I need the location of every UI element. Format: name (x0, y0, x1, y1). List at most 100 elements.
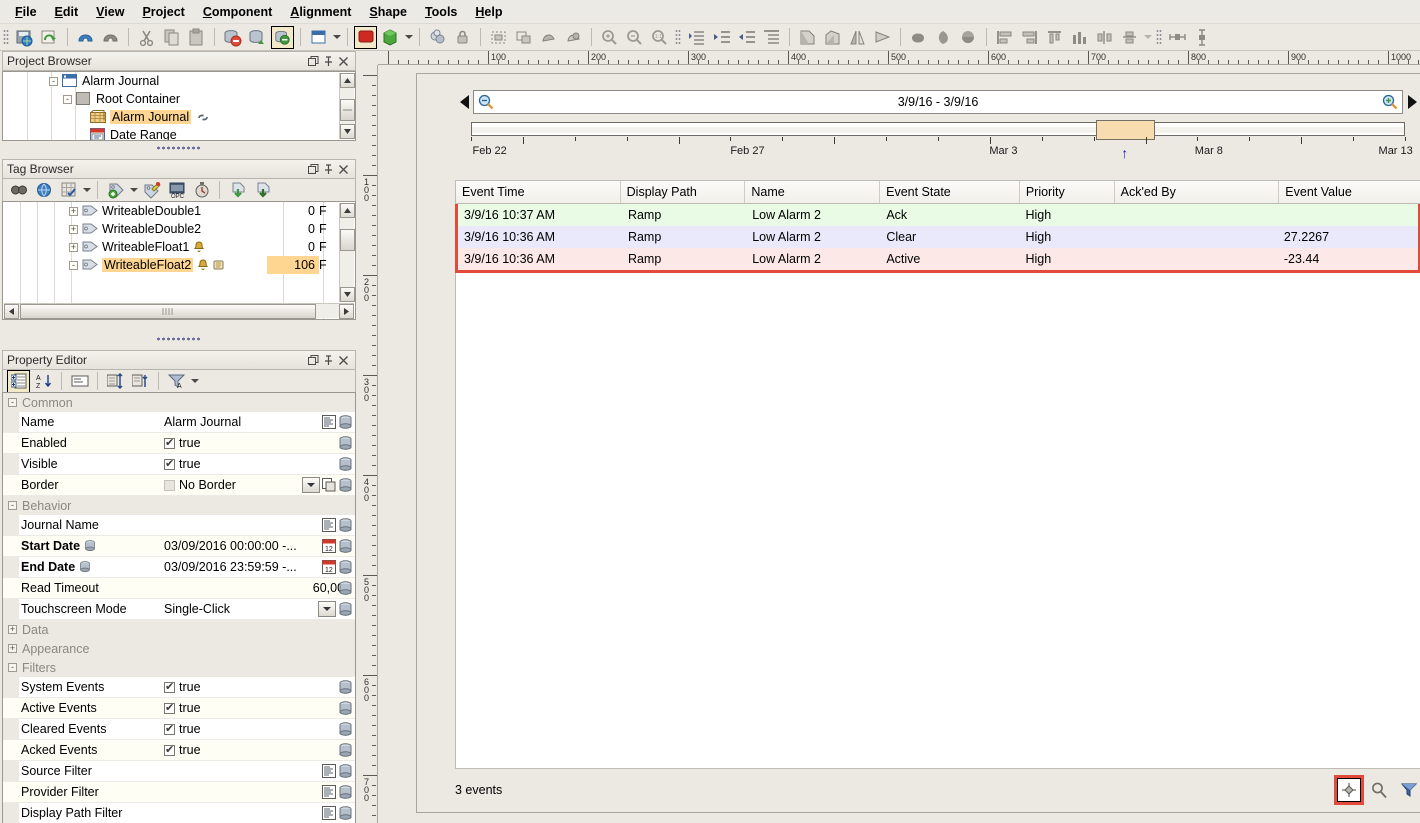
tag-provider-icon[interactable] (32, 179, 55, 202)
property-value[interactable]: 60,000 (160, 581, 355, 595)
alarm-journal-window[interactable]: 3/9/16 - 3/9/16 ↑ Feb 22Feb 27Mar 3Mar 8 (416, 73, 1420, 813)
menu-project[interactable]: Project (133, 2, 193, 22)
search-icon[interactable] (1367, 778, 1391, 802)
script-icon[interactable] (338, 701, 353, 716)
tag-expander[interactable]: + (69, 207, 78, 216)
delete-db-icon[interactable] (221, 26, 244, 49)
table-row[interactable]: 3/9/16 10:36 AMRampLow Alarm 2ActiveHigh… (458, 248, 1418, 270)
script-icon[interactable] (338, 518, 353, 533)
panel-resize-handle[interactable] (156, 146, 202, 150)
property-value[interactable]: Single-Click (160, 602, 355, 616)
table-column-header[interactable]: Event Time (456, 181, 621, 203)
project-tree[interactable]: -Alarm Journal-Root ContainerAlarm Journ… (2, 71, 356, 141)
alignment-more-icon[interactable] (1142, 26, 1153, 49)
save-icon[interactable] (13, 26, 36, 49)
checkbox[interactable] (164, 724, 175, 735)
checkbox[interactable] (164, 682, 175, 693)
scroll-left-icon[interactable] (4, 304, 19, 319)
table-column-header[interactable]: Event State (880, 181, 1020, 203)
target-icon[interactable] (1337, 778, 1361, 802)
zoom-out-icon[interactable] (623, 26, 646, 49)
opc-browser-icon[interactable]: OPC (165, 179, 188, 202)
menu-edit[interactable]: Edit (46, 2, 88, 22)
script-icon[interactable] (338, 722, 353, 737)
property-value[interactable]: true (160, 680, 355, 694)
scrollbar-thumb[interactable] (340, 99, 355, 121)
date-range-field[interactable]: 3/9/16 - 3/9/16 (473, 90, 1403, 114)
property-value[interactable]: true (160, 743, 355, 757)
database-green-icon[interactable] (246, 26, 269, 49)
property-row[interactable]: Visibletrue (3, 454, 355, 475)
component-palette-dropdown-icon[interactable] (403, 26, 414, 49)
table-body[interactable]: 3/9/16 10:37 AMRampLow Alarm 2AckHigh3/9… (455, 204, 1420, 273)
cut-icon[interactable] (135, 26, 158, 49)
property-value[interactable]: true (160, 457, 355, 471)
scroll-up-icon[interactable] (340, 73, 355, 88)
property-value[interactable]: true (160, 701, 355, 715)
script-icon[interactable] (338, 806, 353, 821)
new-window-icon[interactable] (307, 26, 330, 49)
copy-icon[interactable] (160, 26, 183, 49)
paste-icon[interactable] (185, 26, 208, 49)
property-row[interactable]: Source Filter (3, 761, 355, 782)
tag-row[interactable]: +WriteableDouble10F (3, 202, 355, 220)
close-icon[interactable] (336, 162, 351, 177)
filter-dropdown-icon[interactable] (189, 370, 200, 393)
binding-icon[interactable] (322, 785, 336, 799)
dropdown-arrow-icon[interactable] (318, 601, 336, 617)
refresh-project-icon[interactable] (38, 26, 61, 49)
script-icon[interactable] (338, 478, 353, 493)
script-icon[interactable] (338, 436, 353, 451)
property-row[interactable]: Read Timeout60,000 (3, 578, 355, 599)
script-icon[interactable] (338, 785, 353, 800)
menu-help[interactable]: Help (466, 2, 511, 22)
script-icon[interactable] (338, 764, 353, 779)
property-grid[interactable]: -CommonNameAlarm JournalEnabledtrueVisib… (2, 392, 356, 823)
new-tag-icon[interactable] (104, 179, 127, 202)
alarm-journal-table[interactable]: Event TimeDisplay PathNameEvent StatePri… (455, 180, 1420, 769)
alphabetical-sort-icon[interactable]: AZ (32, 370, 55, 393)
scroll-up-icon[interactable] (340, 203, 355, 218)
tag-editor-dropdown-icon[interactable] (81, 179, 92, 202)
property-category-filters[interactable]: -Filters (3, 658, 355, 677)
project-tree-node[interactable]: -Alarm Journal (3, 72, 355, 90)
script-icon[interactable] (338, 743, 353, 758)
group-icon[interactable] (487, 26, 510, 49)
expand-all-icon[interactable] (104, 370, 127, 393)
categorized-view-icon[interactable] (7, 370, 30, 393)
align-center-icon[interactable] (1043, 26, 1066, 49)
zoom-reset-icon[interactable]: 1:1 (648, 26, 671, 49)
property-row[interactable]: Journal Name (3, 515, 355, 536)
flip-icon[interactable] (871, 26, 894, 49)
category-expander[interactable]: + (8, 625, 17, 634)
space-even-icon[interactable] (1118, 26, 1141, 49)
property-row[interactable]: Active Eventstrue (3, 698, 355, 719)
shape-subtract-icon[interactable] (562, 26, 585, 49)
new-tag-dropdown-icon[interactable] (128, 179, 139, 202)
tree-expander[interactable]: - (49, 77, 58, 86)
ungroup-icon[interactable] (512, 26, 535, 49)
binding-icon[interactable] (322, 415, 336, 429)
indent-icon[interactable] (685, 26, 708, 49)
description-icon[interactable] (68, 370, 91, 393)
export-tags-icon[interactable] (251, 179, 274, 202)
property-value[interactable]: No Border (160, 478, 355, 492)
size-h-icon[interactable] (1166, 26, 1189, 49)
table-column-header[interactable]: Event Value (1279, 181, 1420, 203)
align-left-edge-icon[interactable] (710, 26, 733, 49)
new-window-dropdown-icon[interactable] (331, 26, 342, 49)
import-tags-icon[interactable] (226, 179, 249, 202)
script-icon[interactable] (338, 539, 353, 554)
scrollbar-thumb[interactable] (340, 229, 355, 251)
property-row[interactable]: Enabledtrue (3, 433, 355, 454)
checkbox[interactable] (164, 745, 175, 756)
align-right-edge-icon[interactable] (735, 26, 758, 49)
zoom-out-icon[interactable] (474, 94, 494, 110)
mirror-icon[interactable] (846, 26, 869, 49)
property-row[interactable]: System Eventstrue (3, 677, 355, 698)
zoom-in-icon[interactable] (1382, 94, 1402, 110)
designer-canvas[interactable]: 3/9/16 - 3/9/16 ↑ Feb 22Feb 27Mar 3Mar 8 (378, 65, 1420, 823)
menu-component[interactable]: Component (194, 2, 281, 22)
script-icon[interactable] (338, 581, 353, 596)
property-category-behavior[interactable]: -Behavior (3, 496, 355, 515)
